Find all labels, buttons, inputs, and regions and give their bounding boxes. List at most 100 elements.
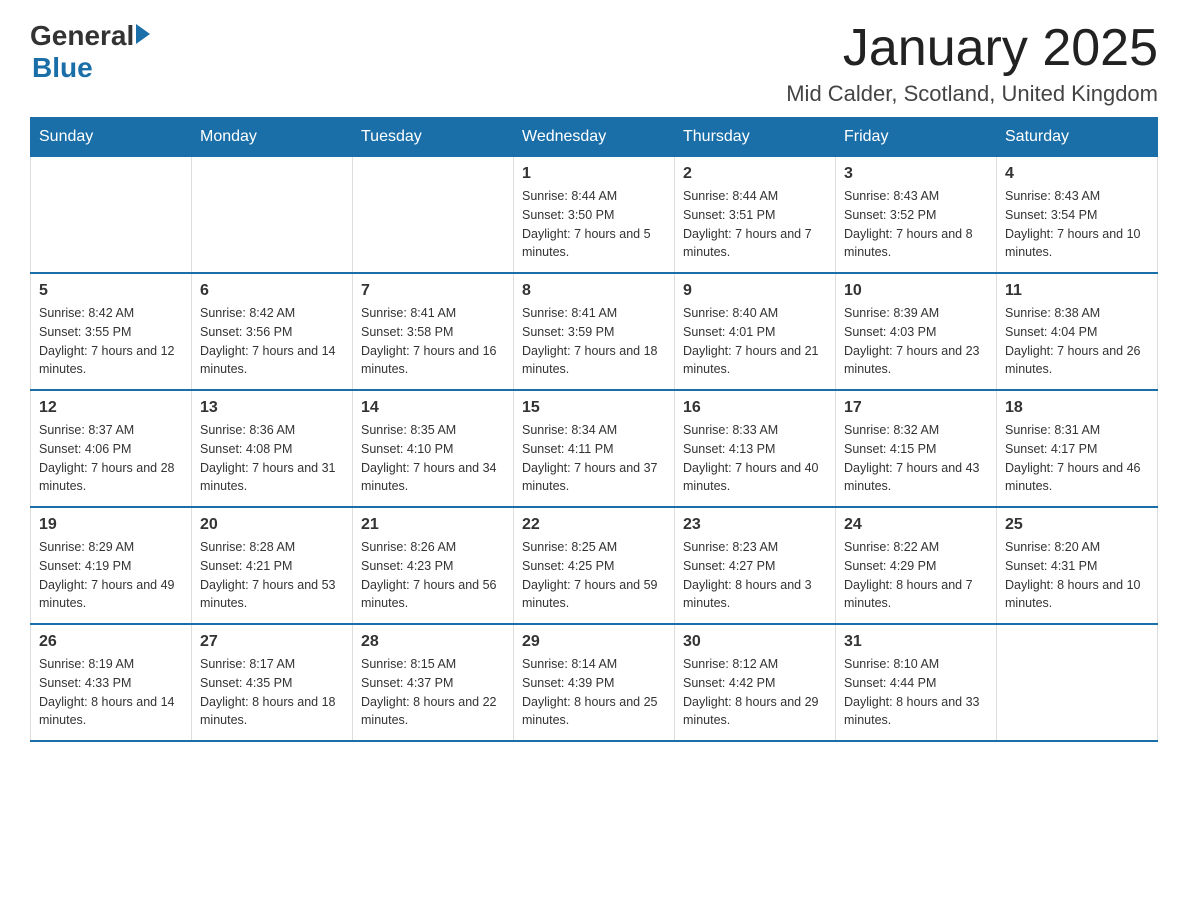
day-number: 14 — [361, 399, 505, 417]
day-info: Sunrise: 8:28 AMSunset: 4:21 PMDaylight:… — [200, 538, 344, 613]
day-info: Sunrise: 8:31 AMSunset: 4:17 PMDaylight:… — [1005, 421, 1149, 496]
day-cell-21: 21 Sunrise: 8:26 AMSunset: 4:23 PMDayligh… — [353, 507, 514, 624]
calendar-title: January 2025 — [786, 20, 1158, 77]
week-row-4: 19 Sunrise: 8:29 AMSunset: 4:19 PMDayligh… — [31, 507, 1158, 624]
day-info: Sunrise: 8:22 AMSunset: 4:29 PMDaylight:… — [844, 538, 988, 613]
day-cell-11: 11Sunrise: 8:38 AMSunset: 4:04 PMDayligh… — [997, 273, 1158, 390]
day-info: Sunrise: 8:15 AMSunset: 4:37 PMDaylight:… — [361, 655, 505, 730]
day-cell-5: 5Sunrise: 8:42 AMSunset: 3:55 PMDaylight… — [31, 273, 192, 390]
day-info: Sunrise: 8:35 AMSunset: 4:10 PMDaylight:… — [361, 421, 505, 496]
day-number: 2 — [683, 165, 827, 183]
day-number: 23 — [683, 516, 827, 534]
day-cell-24: 24 Sunrise: 8:22 AMSunset: 4:29 PMDayligh… — [836, 507, 997, 624]
day-cell-25: 25 Sunrise: 8:20 AMSunset: 4:31 PMDayligh… — [997, 507, 1158, 624]
day-cell-8: 8 Sunrise: 8:41 AMSunset: 3:59 PMDaylight… — [514, 273, 675, 390]
day-cell-17: 17 Sunrise: 8:32 AMSunset: 4:15 PMDayligh… — [836, 390, 997, 507]
day-info: Sunrise: 8:40 AMSunset: 4:01 PMDaylight:… — [683, 304, 827, 379]
day-number: 22 — [522, 516, 666, 534]
week-row-2: 5Sunrise: 8:42 AMSunset: 3:55 PMDaylight… — [31, 273, 1158, 390]
day-info: Sunrise: 8:37 AMSunset: 4:06 PMDaylight:… — [39, 421, 183, 496]
day-cell-19: 19 Sunrise: 8:29 AMSunset: 4:19 PMDayligh… — [31, 507, 192, 624]
day-cell-26: 26Sunrise: 8:19 AMSunset: 4:33 PMDayligh… — [31, 624, 192, 741]
day-number: 10 — [844, 282, 988, 300]
day-number: 31 — [844, 633, 988, 651]
day-number: 3 — [844, 165, 988, 183]
day-number: 21 — [361, 516, 505, 534]
title-area: January 2025 Mid Calder, Scotland, Unite… — [786, 20, 1158, 107]
logo-blue-text: Blue — [32, 52, 93, 83]
day-cell-3: 3Sunrise: 8:43 AMSunset: 3:52 PMDaylight… — [836, 157, 997, 274]
day-number: 27 — [200, 633, 344, 651]
day-cell-14: 14 Sunrise: 8:35 AMSunset: 4:10 PMDayligh… — [353, 390, 514, 507]
day-cell-13: 13 Sunrise: 8:36 AMSunset: 4:08 PMDayligh… — [192, 390, 353, 507]
day-info: Sunrise: 8:44 AMSunset: 3:51 PMDaylight:… — [683, 187, 827, 262]
day-header-sunday: Sunday — [31, 118, 192, 157]
day-cell-18: 18Sunrise: 8:31 AMSunset: 4:17 PMDayligh… — [997, 390, 1158, 507]
day-cell-29: 29 Sunrise: 8:14 AMSunset: 4:39 PMDayligh… — [514, 624, 675, 741]
day-number: 15 — [522, 399, 666, 417]
day-number: 8 — [522, 282, 666, 300]
day-header-wednesday: Wednesday — [514, 118, 675, 157]
day-info: Sunrise: 8:23 AMSunset: 4:27 PMDaylight:… — [683, 538, 827, 613]
empty-cell — [353, 157, 514, 274]
day-cell-30: 30 Sunrise: 8:12 AMSunset: 4:42 PMDayligh… — [675, 624, 836, 741]
day-number: 5 — [39, 282, 183, 300]
day-header-saturday: Saturday — [997, 118, 1158, 157]
day-cell-23: 23 Sunrise: 8:23 AMSunset: 4:27 PMDayligh… — [675, 507, 836, 624]
day-number: 13 — [200, 399, 344, 417]
day-info: Sunrise: 8:39 AMSunset: 4:03 PMDaylight:… — [844, 304, 988, 379]
week-row-1: 1 Sunrise: 8:44 AMSunset: 3:50 PMDaylight… — [31, 157, 1158, 274]
day-number: 7 — [361, 282, 505, 300]
day-number: 1 — [522, 165, 666, 183]
day-cell-31: 31Sunrise: 8:10 AMSunset: 4:44 PMDayligh… — [836, 624, 997, 741]
day-info: Sunrise: 8:41 AMSunset: 3:59 PMDaylight:… — [522, 304, 666, 379]
days-header-row: SundayMondayTuesdayWednesdayThursdayFrid… — [31, 118, 1158, 157]
day-info: Sunrise: 8:20 AMSunset: 4:31 PMDaylight:… — [1005, 538, 1149, 613]
day-info: Sunrise: 8:38 AMSunset: 4:04 PMDaylight:… — [1005, 304, 1149, 379]
calendar-subtitle: Mid Calder, Scotland, United Kingdom — [786, 81, 1158, 107]
day-info: Sunrise: 8:42 AMSunset: 3:56 PMDaylight:… — [200, 304, 344, 379]
calendar-table: SundayMondayTuesdayWednesdayThursdayFrid… — [30, 117, 1158, 742]
day-cell-9: 9 Sunrise: 8:40 AMSunset: 4:01 PMDaylight… — [675, 273, 836, 390]
day-cell-28: 28 Sunrise: 8:15 AMSunset: 4:37 PMDayligh… — [353, 624, 514, 741]
logo: General Blue — [30, 20, 150, 84]
day-info: Sunrise: 8:44 AMSunset: 3:50 PMDaylight:… — [522, 187, 666, 262]
day-number: 28 — [361, 633, 505, 651]
day-header-monday: Monday — [192, 118, 353, 157]
day-info: Sunrise: 8:36 AMSunset: 4:08 PMDaylight:… — [200, 421, 344, 496]
header: General Blue January 2025 Mid Calder, Sc… — [30, 20, 1158, 107]
day-cell-16: 16Sunrise: 8:33 AMSunset: 4:13 PMDayligh… — [675, 390, 836, 507]
day-info: Sunrise: 8:32 AMSunset: 4:15 PMDaylight:… — [844, 421, 988, 496]
day-number: 4 — [1005, 165, 1149, 183]
empty-cell — [31, 157, 192, 274]
day-cell-6: 6Sunrise: 8:42 AMSunset: 3:56 PMDaylight… — [192, 273, 353, 390]
day-number: 19 — [39, 516, 183, 534]
empty-cell — [192, 157, 353, 274]
day-cell-20: 20 Sunrise: 8:28 AMSunset: 4:21 PMDayligh… — [192, 507, 353, 624]
day-number: 30 — [683, 633, 827, 651]
day-info: Sunrise: 8:33 AMSunset: 4:13 PMDaylight:… — [683, 421, 827, 496]
day-info: Sunrise: 8:14 AMSunset: 4:39 PMDaylight:… — [522, 655, 666, 730]
day-number: 17 — [844, 399, 988, 417]
day-number: 25 — [1005, 516, 1149, 534]
day-info: Sunrise: 8:12 AMSunset: 4:42 PMDaylight:… — [683, 655, 827, 730]
day-header-friday: Friday — [836, 118, 997, 157]
day-info: Sunrise: 8:29 AMSunset: 4:19 PMDaylight:… — [39, 538, 183, 613]
day-number: 29 — [522, 633, 666, 651]
day-info: Sunrise: 8:26 AMSunset: 4:23 PMDaylight:… — [361, 538, 505, 613]
logo-general-text: General — [30, 20, 134, 52]
day-header-thursday: Thursday — [675, 118, 836, 157]
day-cell-7: 7 Sunrise: 8:41 AMSunset: 3:58 PMDaylight… — [353, 273, 514, 390]
day-cell-27: 27Sunrise: 8:17 AMSunset: 4:35 PMDayligh… — [192, 624, 353, 741]
day-cell-1: 1 Sunrise: 8:44 AMSunset: 3:50 PMDaylight… — [514, 157, 675, 274]
day-number: 20 — [200, 516, 344, 534]
day-cell-12: 12 Sunrise: 8:37 AMSunset: 4:06 PMDayligh… — [31, 390, 192, 507]
day-info: Sunrise: 8:41 AMSunset: 3:58 PMDaylight:… — [361, 304, 505, 379]
week-row-5: 26Sunrise: 8:19 AMSunset: 4:33 PMDayligh… — [31, 624, 1158, 741]
logo-arrow-icon — [136, 24, 150, 44]
day-number: 12 — [39, 399, 183, 417]
day-cell-22: 22Sunrise: 8:25 AMSunset: 4:25 PMDayligh… — [514, 507, 675, 624]
day-cell-2: 2 Sunrise: 8:44 AMSunset: 3:51 PMDaylight… — [675, 157, 836, 274]
day-number: 24 — [844, 516, 988, 534]
day-number: 9 — [683, 282, 827, 300]
